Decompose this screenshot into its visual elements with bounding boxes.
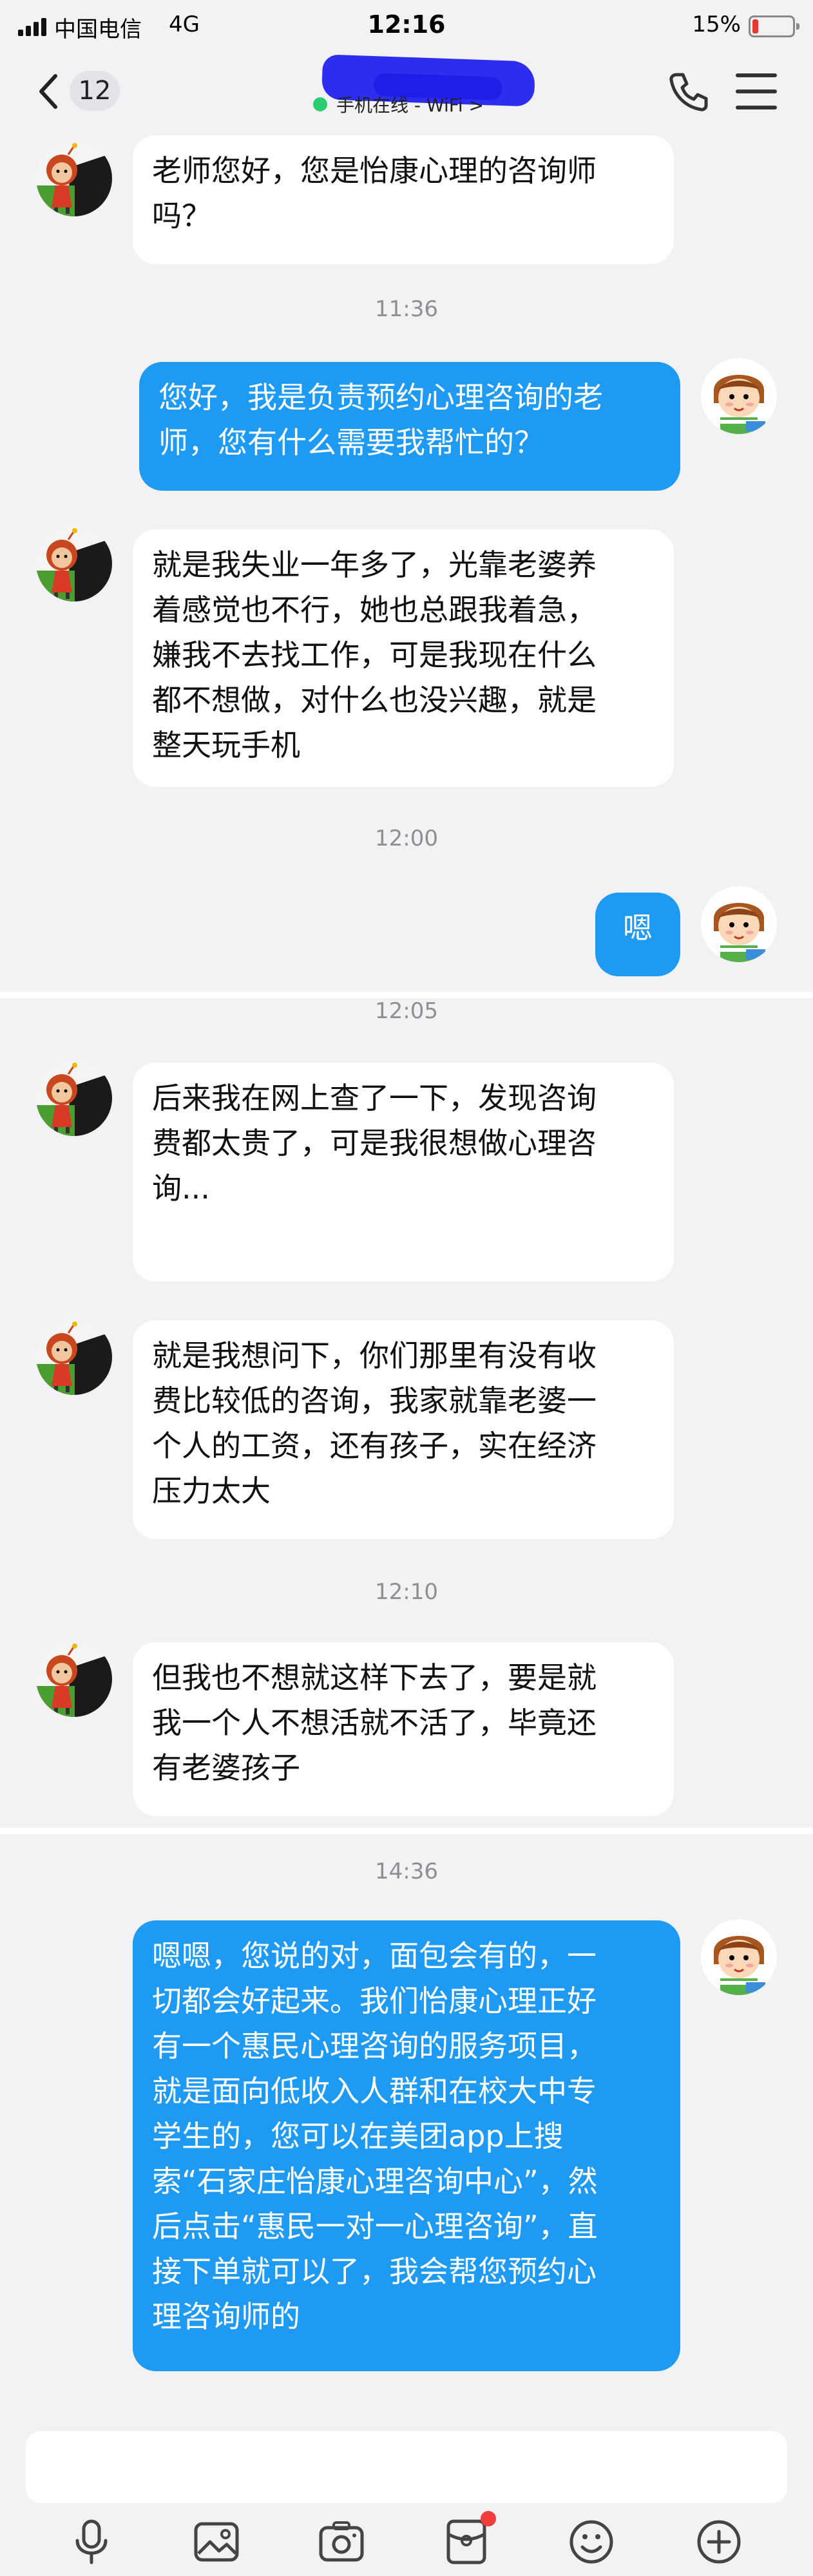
contact-avatar[interactable] [36, 1060, 112, 1136]
camera-icon[interactable] [317, 2517, 366, 2566]
red-packet-button[interactable] [442, 2511, 496, 2566]
microphone-icon[interactable] [67, 2517, 116, 2566]
chat-messages[interactable]: 老师您好，您是怡康心理的咨询师 吗？ 11:36 您好，我是负责预约心理咨询的老… [0, 128, 813, 2423]
contact-avatar[interactable] [36, 1319, 112, 1395]
message-timestamp: 14:36 [375, 1859, 438, 1884]
input-bar [0, 2423, 813, 2576]
contact-avatar[interactable] [36, 140, 112, 216]
message-timestamp: 12:00 [375, 826, 438, 851]
message-input[interactable] [26, 2431, 787, 2503]
battery-percentage: 15% [692, 12, 741, 37]
message-bubble-incoming[interactable]: 后来我在网上查了一下，发现咨询 费都太贵了，可是我很想做心理咨 询... [133, 1063, 674, 1282]
message-bubble-outgoing[interactable]: 嗯 [595, 893, 680, 976]
phone-icon[interactable] [666, 70, 711, 115]
status-bar: 中国电信 4G 12:16 15% [0, 0, 813, 55]
my-avatar[interactable] [701, 886, 777, 962]
message-timestamp: 11:36 [375, 296, 438, 322]
message-timestamp: 12:10 [375, 1579, 438, 1605]
chat-header: 12 手机在线 - WiFi > [0, 54, 813, 128]
image-icon[interactable] [192, 2517, 241, 2566]
chat-divider [0, 992, 813, 998]
message-bubble-incoming[interactable]: 就是我失业一年多了，光靠老婆养 着感觉也不行，她也总跟我着急， 嫌我不去找工作，… [133, 529, 674, 787]
my-avatar[interactable] [701, 1919, 777, 1995]
status-time: 12:16 [367, 10, 446, 39]
unread-count-badge: 12 [70, 71, 120, 111]
battery-level [752, 19, 758, 33]
chevron-left-icon [39, 74, 57, 109]
contact-avatar[interactable] [36, 1641, 112, 1717]
contact-status[interactable]: 手机在线 - WiFi > [313, 91, 484, 117]
message-bubble-outgoing[interactable]: 嗯嗯，您说的对，面包会有的，一 切都会好起来。我们怡康心理正好 有一个惠民心理咨… [133, 1920, 680, 2371]
message-timestamp: 12:05 [375, 998, 438, 1024]
notification-dot [481, 2511, 496, 2526]
contact-status-text: 手机在线 - WiFi > [336, 95, 484, 116]
message-bubble-incoming[interactable]: 但我也不想就这样下去了，要是就 我一个人不想活就不活了，毕竟还 有老婆孩子 [133, 1642, 674, 1816]
message-bubble-incoming[interactable]: 老师您好，您是怡康心理的咨询师 吗？ [133, 135, 674, 264]
back-button[interactable]: 12 [36, 66, 126, 117]
battery-icon [749, 15, 799, 37]
plus-icon[interactable] [694, 2517, 743, 2566]
menu-icon[interactable] [736, 73, 777, 109]
emoji-icon[interactable] [567, 2517, 616, 2566]
chat-divider [0, 1828, 813, 1834]
message-bubble-incoming[interactable]: 就是我想问下，你们那里有没有收 费比较低的咨询，我家就靠老婆一 个人的工资，还有… [133, 1320, 674, 1539]
online-dot-icon [313, 97, 327, 111]
contact-avatar[interactable] [36, 526, 112, 601]
message-bubble-outgoing[interactable]: 您好，我是负责预约心理咨询的老 师，您有什么需要我帮忙的？ [139, 362, 680, 491]
my-avatar[interactable] [701, 358, 777, 434]
